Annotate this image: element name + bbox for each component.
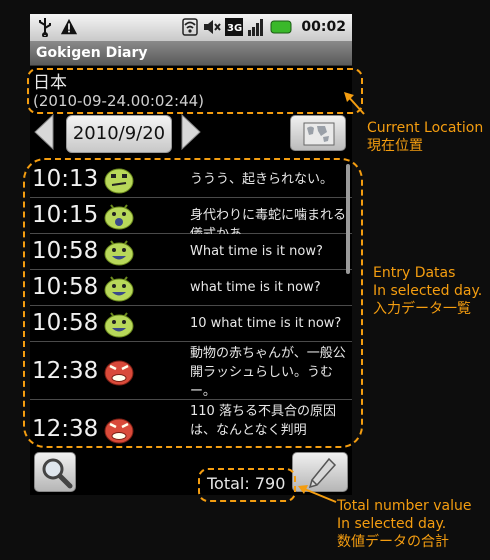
happy-android-icon [104, 276, 134, 302]
annotation-line: 入力データ一覧 [373, 301, 471, 317]
status-bar: 3G 00:02 [30, 14, 352, 41]
edit-entry-button[interactable] [292, 452, 348, 492]
shocked-android-icon [104, 204, 134, 230]
list-scrollbar[interactable] [346, 164, 350, 274]
entry-text: 10 what time is it now? [190, 316, 342, 331]
entry-time: 10:58 [32, 274, 99, 300]
list-item[interactable]: 12:38 動物の赤ちゃんが、一般公開ラッシュらしい。うむー。 [30, 342, 352, 400]
annotation-location: Current Location 現在位置 [367, 119, 483, 155]
entry-time: 10:13 [32, 166, 99, 192]
list-item[interactable]: 10:58 What time is it now? [30, 234, 352, 270]
pencil-icon [308, 457, 337, 489]
annotation-line: In selected day. [337, 516, 447, 532]
3g-icon: 3G [225, 18, 244, 36]
current-location: 日本 (2010-09-24.00:02:44) [30, 67, 352, 117]
entry-time: 12:38 [32, 358, 99, 384]
annotation-line: Entry Datas [373, 265, 456, 281]
happy-android-icon [104, 312, 134, 338]
map-button[interactable] [290, 115, 346, 151]
location-name: 日本 [33, 73, 67, 93]
entry-list[interactable]: 10:13 ううう、起きられない。 10:15 身代わりに毒蛇に噛まれる儀式かあ… [30, 162, 352, 448]
entry-text: 110 落ちる不具合の原因は、なんとなく判明 [190, 404, 336, 438]
list-item[interactable]: 10:13 ううう、起きられない。 [30, 162, 352, 198]
annotation-line: Current Location [367, 120, 484, 136]
entry-time: 10:58 [32, 238, 99, 264]
search-button[interactable] [34, 452, 76, 492]
happy-android-icon [104, 240, 134, 266]
app-title: Gokigen Diary [36, 45, 148, 61]
wifi-icon [182, 18, 199, 36]
arrow-right-icon [181, 113, 201, 151]
angry-android-icon [104, 418, 134, 444]
entry-time: 12:38 [32, 416, 99, 442]
previous-day-button[interactable] [33, 113, 55, 151]
location-timestamp: (2010-09-24.00:02:44) [33, 92, 205, 110]
list-item[interactable]: 12:38 110 落ちる不具合の原因は、なんとなく判明 [30, 400, 352, 448]
status-clock: 00:02 [301, 19, 346, 35]
angry-android-icon [104, 360, 134, 386]
list-item[interactable]: 10:58 10 what time is it now? [30, 306, 352, 342]
annotation-line: Total number value [337, 498, 472, 514]
search-icon [42, 458, 73, 489]
unhappy-android-icon [104, 168, 134, 194]
battery-icon [270, 20, 292, 34]
annotation-entries: Entry Datas In selected day. 入力データ一覧 [373, 264, 482, 318]
signal-icon [248, 19, 264, 36]
phone-screen: 3G 00:02 Gokigen Diary 日本 (2010-09-24.00… [30, 14, 352, 495]
entry-text: ううう、起きられない。 [190, 172, 334, 187]
svg-text:3G: 3G [227, 23, 242, 34]
entry-text: 動物の赤ちゃんが、一般公開ラッシュらしい。うむー。 [190, 346, 346, 399]
warning-icon [60, 18, 78, 35]
arrow-left-icon [34, 113, 54, 151]
annotation-total: Total number value In selected day. 数値デー… [337, 497, 471, 551]
entry-text: what time is it now? [190, 280, 321, 295]
usb-icon [39, 18, 51, 37]
next-day-button[interactable] [180, 113, 202, 151]
mute-icon [204, 20, 222, 34]
list-item[interactable]: 10:15 身代わりに毒蛇に噛まれる儀式かあ。 [30, 198, 352, 242]
entry-text: What time is it now? [190, 244, 323, 259]
annotation-line: 現在位置 [367, 138, 423, 154]
entry-time: 10:15 [32, 202, 99, 228]
annotation-line: In selected day. [373, 283, 483, 299]
date-picker-button[interactable]: 2010/9/20 [66, 115, 172, 153]
title-bar: Gokigen Diary [30, 41, 352, 66]
list-item[interactable]: 10:58 what time is it now? [30, 270, 352, 306]
total-value: Total: 790 [207, 474, 286, 493]
map-icon [303, 122, 335, 146]
entry-time: 10:58 [32, 310, 99, 336]
annotation-line: 数値データの合計 [337, 534, 449, 550]
